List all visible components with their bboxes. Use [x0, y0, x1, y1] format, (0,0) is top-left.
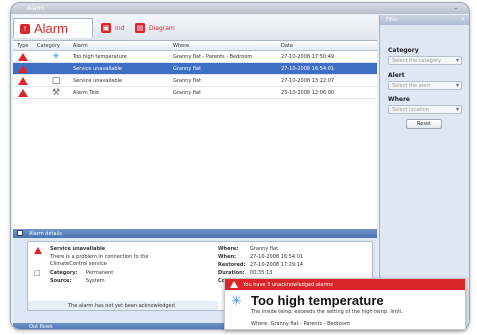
- column-header-type[interactable]: Type: [17, 43, 28, 49]
- alarm-triangle-icon: [18, 53, 28, 61]
- tab-diagram-label: Diagram: [149, 24, 175, 32]
- detail-source-label: Source:: [50, 278, 72, 284]
- detail-restored-value: 27-10-2008 17:29:14: [250, 262, 304, 268]
- diagram-tab-icon: ▤: [135, 23, 145, 33]
- tab-alarm[interactable]: ! Alarm: [13, 18, 93, 38]
- alarm-triangle-icon: [18, 65, 28, 73]
- table-row[interactable]: □ Service unavailable Granny flat 27-10-…: [13, 75, 377, 87]
- filter-header: Filter ×: [380, 15, 469, 25]
- tab-bar: ! Alarm ▣ Ind ▤ Diagram: [13, 15, 377, 41]
- alarm-triangle-icon: [18, 89, 28, 97]
- date-cell: 27-10-2008 17:50:49: [281, 54, 335, 60]
- tab-ind-label: Ind: [115, 24, 125, 32]
- filter-header-label: Filter: [386, 17, 399, 23]
- details-toggle-checkbox[interactable]: [17, 230, 23, 236]
- title-bar: Alarm –: [11, 3, 469, 14]
- alarm-triangle-icon: [18, 77, 28, 85]
- table-row[interactable]: ✳ Too high temperature Granny flat - Par…: [13, 51, 377, 63]
- notification-header: You have 3 unacknowledged alarms: [225, 279, 465, 290]
- tab-ind[interactable]: ▣ Ind: [95, 18, 130, 38]
- where-cell: Granny flat: [173, 90, 202, 96]
- detail-category-label: Category:: [50, 270, 78, 276]
- alarm-cell: Alarm Test: [73, 90, 100, 96]
- filter-where-label: Where: [388, 96, 410, 103]
- alarm-notification-popup[interactable]: You have 3 unacknowledged alarms ✳ Too h…: [224, 278, 466, 330]
- date-cell: 27-10-2008 13:22:07: [281, 78, 335, 84]
- alarm-cell: Service unavailable: [73, 78, 122, 84]
- tab-alarm-label: Alarm: [34, 21, 68, 36]
- alarm-triangle-icon: [34, 247, 42, 254]
- notification-title: Too high temperature: [251, 293, 384, 308]
- table-header: Type Category Alarm Where Date: [13, 41, 377, 51]
- where-cell: Granny flat: [173, 78, 202, 84]
- detail-description-line2: ClimateControl service: [50, 261, 107, 267]
- alarm-cell: Too high temperature: [73, 54, 127, 60]
- date-cell: 27-10-2008 16:54:01: [281, 66, 335, 72]
- detail-duration-value: 00:35:13: [250, 270, 273, 276]
- detail-source-value: System: [86, 278, 105, 284]
- detail-when-label: When:: [218, 254, 237, 260]
- detail-duration-label: Duration:: [218, 270, 245, 276]
- detail-restored-label: Restored:: [218, 262, 246, 268]
- wrench-icon: ⚒: [51, 88, 61, 98]
- thermometer-icon: ✳: [231, 294, 242, 309]
- alarm-cell: Service unavailable: [73, 66, 122, 72]
- out-flows-label: Out flows: [29, 324, 53, 330]
- tab-diagram[interactable]: ▤ Diagram: [129, 18, 181, 38]
- filter-alert-label: Alert: [388, 72, 405, 79]
- column-header-where[interactable]: Where: [173, 43, 189, 49]
- monitor-icon: □: [51, 76, 61, 86]
- notification-location: Where: Granny flat - Parents - Bedroom: [251, 321, 350, 327]
- detail-description-line1: There is a problem in connection to the: [50, 254, 149, 260]
- notification-message: The inside temp. exceeds the setting of …: [251, 309, 403, 315]
- column-header-category[interactable]: Category: [37, 43, 60, 49]
- column-header-date[interactable]: Date: [281, 43, 293, 49]
- warning-icon: [230, 281, 238, 288]
- detail-where-label: Where:: [218, 246, 239, 252]
- close-window-icon[interactable]: –: [454, 5, 461, 12]
- detail-where-value: Granny flat: [250, 246, 279, 252]
- column-header-alarm[interactable]: Alarm: [73, 43, 88, 49]
- reset-button[interactable]: Reset: [406, 119, 442, 129]
- detail-title: Service unavailable: [50, 246, 106, 252]
- alarm-tab-icon: !: [20, 23, 30, 34]
- detail-category-value: Permanent: [86, 270, 114, 276]
- detail-note: The alarm has not yet been acknowledged: [28, 301, 218, 310]
- ind-tab-icon: ▣: [101, 23, 111, 33]
- category-select[interactable]: Select the category: [388, 56, 462, 65]
- where-cell: Granny flat: [173, 66, 202, 72]
- notification-header-label: You have 3 unacknowledged alarms: [243, 282, 333, 288]
- details-header-label: Alarm details: [29, 231, 62, 237]
- date-cell: 23-10-2008 12:06:00: [281, 90, 335, 96]
- where-select[interactable]: Select location: [388, 105, 462, 114]
- table-row[interactable]: Service unavailable Granny flat 27-10-20…: [13, 63, 377, 75]
- table-row[interactable]: ⚒ Alarm Test Granny flat 23-10-2008 12:0…: [13, 87, 377, 99]
- thermometer-icon: ✳: [52, 52, 60, 62]
- close-icon[interactable]: ×: [460, 16, 465, 23]
- details-header-bar[interactable]: Alarm details: [13, 229, 377, 238]
- monitor-icon: □: [34, 269, 41, 277]
- window-title: Alarm: [27, 5, 45, 12]
- alert-select[interactable]: Select the alert: [388, 81, 462, 90]
- alarm-table: Type Category Alarm Where Date ✳ Too hig…: [13, 41, 377, 225]
- filter-category-label: Category: [388, 47, 419, 54]
- where-cell: Granny flat - Parents - Bedroom: [173, 54, 253, 60]
- detail-when-value: 27-10-2008 16:54:01: [250, 254, 304, 260]
